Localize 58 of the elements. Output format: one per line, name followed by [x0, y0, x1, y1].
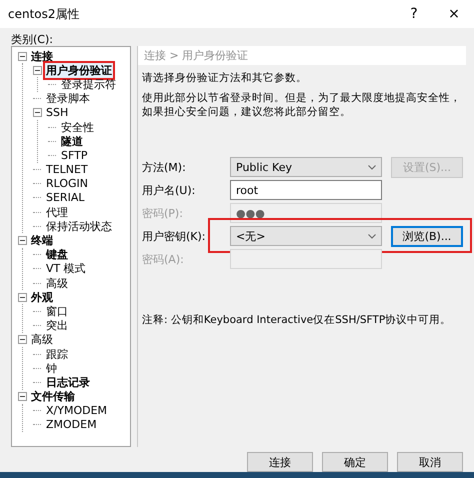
tree-item[interactable]: TELNET: [45, 163, 89, 176]
input-field[interactable]: root: [230, 180, 382, 200]
tree-item[interactable]: 连接: [30, 48, 54, 64]
tree-item[interactable]: 高级: [30, 332, 54, 348]
chevron-icon: [368, 164, 376, 170]
dialog-button[interactable]: 取消: [397, 452, 463, 472]
collapse-icon[interactable]: [18, 292, 27, 302]
window-title: centos2属性: [8, 6, 81, 22]
tree-item[interactable]: 键盘: [45, 247, 69, 262]
tree-item[interactable]: 用户身份验证: [45, 62, 113, 78]
tree-item[interactable]: 日志记录: [45, 374, 91, 390]
tree-item[interactable]: RLOGIN: [45, 177, 90, 190]
collapse-icon[interactable]: [18, 335, 27, 344]
breadcrumb: 连接 > 用户身份验证: [138, 46, 466, 65]
dialog-button[interactable]: 确定: [322, 452, 388, 472]
field-label: 密码(A):: [142, 252, 185, 266]
tree-item[interactable]: 窗口: [45, 304, 69, 319]
chevron-icon: [368, 234, 376, 238]
description-text: 请选择身份验证方法和其它参数。: [142, 71, 308, 85]
dropdown-value: <无>: [236, 228, 266, 244]
collapse-icon[interactable]: [33, 66, 42, 75]
field-label: 用户名(U):: [142, 182, 196, 198]
dropdown-field[interactable]: <无>: [230, 226, 382, 246]
tree-item[interactable]: 突出: [45, 318, 69, 334]
collapse-icon[interactable]: [18, 392, 27, 402]
category-label: 类别(C):: [11, 32, 54, 46]
tree-item[interactable]: 登录提示符: [60, 76, 117, 92]
tree-item[interactable]: 文件传输: [30, 389, 76, 404]
field-label: 用户密钥(K):: [142, 228, 207, 244]
dialog-button[interactable]: 连接: [247, 452, 313, 472]
tree-item[interactable]: 登录脚本: [45, 91, 91, 106]
collapse-icon[interactable]: [18, 236, 27, 246]
collapse-icon[interactable]: [33, 108, 42, 118]
tree-item[interactable]: 高级: [45, 276, 69, 291]
field-label: 密码(P):: [142, 206, 184, 220]
tree-item[interactable]: 安全性: [60, 120, 95, 135]
close-button[interactable]: ×: [434, 0, 474, 28]
tree-item[interactable]: 代理: [45, 204, 69, 220]
field-label: 方法(M):: [142, 160, 187, 174]
dropdown-field[interactable]: Public Key: [230, 157, 382, 177]
tree-item[interactable]: 外观: [30, 290, 54, 305]
tree-item[interactable]: 钟: [45, 360, 58, 376]
tree-item[interactable]: SERIAL: [45, 191, 86, 204]
description-text: 使用此部分以节省登录时间。但是，为了最大限度地提高安全性，如果担心安全问题，建议您将此部分留空。: [142, 91, 462, 119]
collapse-icon[interactable]: [18, 52, 27, 61]
tree-item[interactable]: VT 模式: [45, 261, 87, 276]
dropdown-value: Public Key: [236, 160, 292, 174]
tree-item[interactable]: 保持活动状态: [45, 218, 113, 234]
tree-item[interactable]: ZMODEM: [45, 418, 98, 432]
tree-item[interactable]: 终端: [30, 233, 54, 248]
tree-item[interactable]: 隧道: [60, 134, 84, 149]
tree-item[interactable]: SSH: [45, 106, 70, 120]
tree-item[interactable]: X/YMODEM: [45, 404, 108, 418]
tree-item[interactable]: SFTP: [60, 148, 88, 162]
note-text: 注释: 公钥和Keyboard Interactive仅在SSH/SFTP协议中可用。: [142, 313, 452, 327]
tree-item[interactable]: 跟踪: [45, 346, 69, 362]
action-button[interactable]: 浏览(B)...: [391, 226, 463, 246]
help-button[interactable]: ?: [394, 0, 434, 28]
